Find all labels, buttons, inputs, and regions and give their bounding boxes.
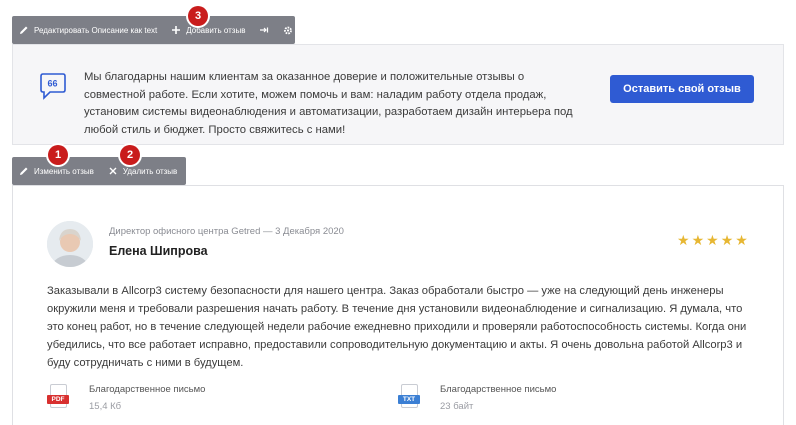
leave-review-button[interactable]: Оставить свой отзыв: [610, 75, 754, 103]
file-name: Благодарственное письмо: [89, 384, 206, 395]
edit-review-label: Изменить отзыв: [34, 166, 94, 176]
chevron-down-icon: [298, 26, 305, 35]
plus-icon: [171, 25, 181, 35]
quote-bubble-icon: 66: [39, 71, 67, 101]
star-rating: ★ ★ ★ ★ ★: [677, 233, 748, 247]
star-icon: ★: [691, 232, 705, 248]
file-name: Благодарственное письмо: [440, 384, 557, 395]
star-icon: ★: [720, 232, 734, 248]
review-text: Заказывали в Allcorp3 систему безопаснос…: [47, 285, 747, 369]
pencil-icon: [19, 166, 29, 176]
file-size: 23 байт: [440, 401, 474, 412]
delete-review-button[interactable]: Удалить отзыв: [101, 157, 184, 185]
block-toolbar: Редактировать Описание как text Добавить…: [12, 16, 305, 44]
pdf-file-icon: PDF: [47, 384, 69, 410]
star-icon: ★: [735, 232, 748, 248]
gear-icon: [283, 25, 293, 35]
pencil-icon: [19, 25, 29, 35]
add-review-label: Добавить отзыв: [186, 25, 246, 35]
intro-block: 66 Мы благодарны нашим клиентам за оказа…: [12, 44, 784, 145]
avatar: [47, 221, 93, 267]
edit-description-label: Редактировать Описание как text: [34, 25, 158, 35]
svg-text:66: 66: [48, 79, 58, 89]
move-button[interactable]: [252, 16, 276, 44]
close-icon: [108, 166, 118, 176]
file-size: 15,4 Кб: [89, 401, 122, 412]
review-card: Директор офисного центра Getred — 3 Дека…: [12, 185, 784, 425]
attachment-pdf[interactable]: PDF Благодарственное письмо 15,4 Кб: [47, 384, 205, 412]
author-role-date: Директор офисного центра Getred — 3 Дека…: [109, 226, 344, 237]
review-toolbar: Изменить отзыв Удалить отзыв: [12, 157, 186, 185]
arrows-horizontal-icon: [259, 25, 269, 35]
author-name: Елена Шипрова: [109, 244, 208, 258]
intro-text: Мы благодарны нашим клиентам за оказанно…: [84, 71, 573, 136]
star-icon: ★: [677, 232, 690, 248]
marker-badge: 3: [188, 6, 208, 26]
marker-badge: 1: [48, 145, 68, 165]
txt-file-icon: TXT: [398, 384, 420, 410]
delete-review-label: Удалить отзыв: [122, 166, 178, 176]
star-icon: ★: [706, 232, 719, 248]
edit-description-button[interactable]: Редактировать Описание как text: [12, 16, 164, 44]
add-review-button[interactable]: Добавить отзыв: [164, 16, 252, 44]
attachment-txt[interactable]: TXT Благодарственное письмо 23 байт: [398, 384, 556, 412]
marker-badge: 2: [120, 145, 140, 165]
settings-button[interactable]: [276, 16, 311, 44]
